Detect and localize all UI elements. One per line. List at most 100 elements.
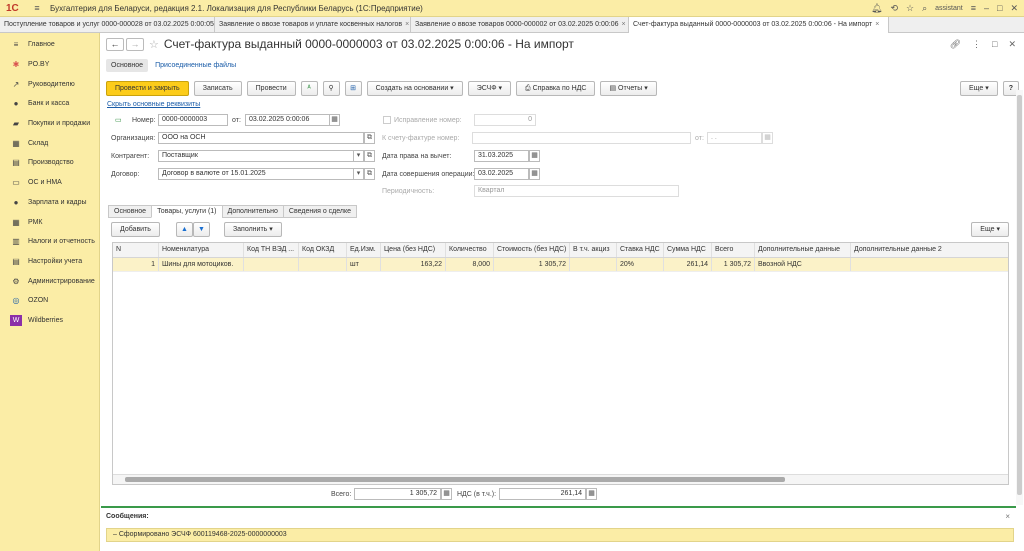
- table-cell[interactable]: 20%: [617, 258, 664, 271]
- table-row[interactable]: 1 Шины для мотоциков. шт 163,22 8,000 1 …: [113, 258, 1008, 272]
- favorite-star-icon[interactable]: ☆: [149, 38, 159, 51]
- attachment-icon[interactable]: ⚲: [322, 81, 340, 96]
- expand-icon[interactable]: □: [992, 39, 997, 50]
- calendar-icon[interactable]: ▦: [762, 132, 773, 144]
- correction-field[interactable]: 0: [474, 114, 536, 126]
- window-tab[interactable]: Заявление о ввозе товаров 0000-000002 от…: [411, 17, 629, 33]
- back-button[interactable]: ←: [106, 37, 124, 51]
- table-cell[interactable]: [244, 258, 299, 271]
- settings-icon[interactable]: ≡: [971, 3, 976, 13]
- structure-icon[interactable]: ⊞: [344, 81, 362, 96]
- table-cell[interactable]: Шины для мотоциков.: [159, 258, 244, 271]
- periodicity-field[interactable]: Квартал: [474, 185, 679, 197]
- table-cell[interactable]: [570, 258, 617, 271]
- tab-main[interactable]: Основное: [108, 205, 153, 218]
- close-tab-icon[interactable]: ×: [405, 21, 409, 28]
- forward-button[interactable]: →: [126, 37, 144, 51]
- move-down-icon[interactable]: ▼: [192, 222, 210, 237]
- table-cell[interactable]: 8,000: [446, 258, 494, 271]
- table-cell[interactable]: шт: [347, 258, 381, 271]
- table-cell[interactable]: 1 305,72: [494, 258, 570, 271]
- column-header[interactable]: N: [113, 243, 159, 257]
- column-header[interactable]: Всего: [712, 243, 755, 257]
- sidebar-item-wildberries[interactable]: W Wildberries: [0, 311, 99, 331]
- close-icon[interactable]: ✕: [1010, 3, 1018, 14]
- move-up-icon[interactable]: ▲: [175, 222, 193, 237]
- scroll-thumb[interactable]: [1017, 95, 1022, 495]
- calendar-icon[interactable]: ▦: [329, 114, 340, 126]
- more-button[interactable]: Еще ▾: [960, 81, 998, 96]
- close-messages-icon[interactable]: ×: [1005, 512, 1010, 521]
- to-invoice-field[interactable]: [472, 132, 691, 144]
- reports-button[interactable]: ▤ Отчеты ▾: [600, 81, 657, 96]
- escf-button[interactable]: ЭСЧФ ▾: [467, 81, 512, 96]
- sidebar-item-production[interactable]: ▤ Производство: [0, 153, 99, 173]
- calendar-icon[interactable]: ▦: [529, 168, 540, 180]
- column-header[interactable]: Номенклатура: [159, 243, 244, 257]
- deduction-date-field[interactable]: 31.03.2025: [474, 150, 529, 162]
- dropdown-icon[interactable]: ▾: [353, 168, 364, 180]
- window-tab-active[interactable]: Счет-фактура выданный 0000-0000003 от 03…: [629, 17, 889, 33]
- calculator-icon[interactable]: ▦: [586, 488, 597, 500]
- maximize-icon[interactable]: □: [997, 3, 1002, 13]
- column-header[interactable]: Код ТН ВЭД ...: [244, 243, 299, 257]
- hide-details-link[interactable]: Скрыть основные реквизиты: [107, 101, 200, 108]
- open-link-icon[interactable]: ⧉: [364, 132, 375, 144]
- post-and-close-button[interactable]: Провести и закрыть: [106, 81, 189, 96]
- sidebar-item-ozon[interactable]: ◎ OZON: [0, 291, 99, 311]
- minimize-icon[interactable]: –: [984, 3, 989, 13]
- horizontal-scrollbar[interactable]: [113, 474, 1008, 484]
- sidebar-item-assets[interactable]: ▭ ОС и НМА: [0, 173, 99, 193]
- vat-reference-button[interactable]: ⎙ Справка по НДС: [516, 81, 596, 96]
- window-tab[interactable]: Поступление товаров и услуг 0000-000028 …: [0, 17, 215, 33]
- tab-deal-info[interactable]: Сведения о сделке: [282, 205, 358, 218]
- table-cell[interactable]: [299, 258, 347, 271]
- table-cell[interactable]: [851, 258, 1008, 271]
- more-vertical-icon[interactable]: ⋮: [972, 39, 981, 50]
- save-button[interactable]: Записать: [193, 81, 242, 96]
- table-cell[interactable]: 163,22: [381, 258, 446, 271]
- sidebar-item-salary[interactable]: ● Зарплата и кадры: [0, 193, 99, 213]
- tab-goods[interactable]: Товары, услуги (1): [151, 205, 223, 218]
- scroll-thumb[interactable]: [125, 477, 785, 482]
- column-header[interactable]: Дополнительные данные 2: [851, 243, 1008, 257]
- fill-button[interactable]: Заполнить ▾: [223, 222, 282, 237]
- history-icon[interactable]: ⟲: [890, 3, 898, 14]
- date-field[interactable]: 03.02.2025 0:00:06: [245, 114, 330, 126]
- sidebar-item-taxes[interactable]: ▥ Налоги и отчетность: [0, 232, 99, 252]
- column-header[interactable]: В т.ч. акциз: [570, 243, 617, 257]
- sidebar-item-pos[interactable]: ▦ РМК: [0, 212, 99, 232]
- accounting-entries-icon[interactable]: ᴬ: [300, 81, 318, 96]
- column-header[interactable]: Цена (без НДС): [381, 243, 446, 257]
- message-item[interactable]: – Сформировано ЭСЧФ 600119468-2025-00000…: [106, 528, 1014, 542]
- column-header[interactable]: Сумма НДС: [664, 243, 712, 257]
- column-header[interactable]: Ед.Изм.: [347, 243, 381, 257]
- add-row-button[interactable]: Добавить: [111, 222, 160, 237]
- operation-date-field[interactable]: 03.02.2025: [474, 168, 529, 180]
- column-header[interactable]: Ставка НДС: [617, 243, 664, 257]
- open-link-icon[interactable]: ⧉: [364, 168, 375, 180]
- sidebar-item-accounting-settings[interactable]: ▤ Настройки учета: [0, 252, 99, 272]
- number-field[interactable]: 0000-0000003: [158, 114, 228, 126]
- search-icon[interactable]: ⌕: [922, 3, 927, 14]
- tab-additional[interactable]: Дополнительно: [221, 205, 284, 218]
- correction-checkbox[interactable]: [383, 116, 391, 124]
- sidebar-item-main[interactable]: ≡ Главное: [0, 35, 99, 55]
- close-form-icon[interactable]: ✕: [1008, 39, 1016, 50]
- sidebar-item-admin[interactable]: ⚙ Администрирование: [0, 271, 99, 291]
- dropdown-icon[interactable]: ▾: [353, 150, 364, 162]
- sidebar-item-poby[interactable]: ✱ PO.BY: [0, 55, 99, 75]
- post-button[interactable]: Провести: [246, 81, 296, 96]
- favorites-icon[interactable]: ☆: [906, 3, 914, 14]
- to-invoice-date-field[interactable]: . .: [707, 132, 762, 144]
- table-cell[interactable]: Ввозной НДС: [755, 258, 851, 271]
- column-header[interactable]: Дополнительные данные: [755, 243, 851, 257]
- table-cell[interactable]: 261,14: [664, 258, 712, 271]
- subnav-main[interactable]: Основное: [106, 59, 149, 72]
- organization-field[interactable]: ООО на ОСН: [158, 132, 364, 144]
- sidebar-item-purchases[interactable]: ▰ Покупки и продажи: [0, 114, 99, 134]
- user-name[interactable]: assistant: [935, 5, 963, 12]
- vertical-scrollbar[interactable]: [1016, 90, 1023, 505]
- table-cell[interactable]: 1 305,72: [712, 258, 755, 271]
- close-tab-icon[interactable]: ×: [621, 21, 625, 28]
